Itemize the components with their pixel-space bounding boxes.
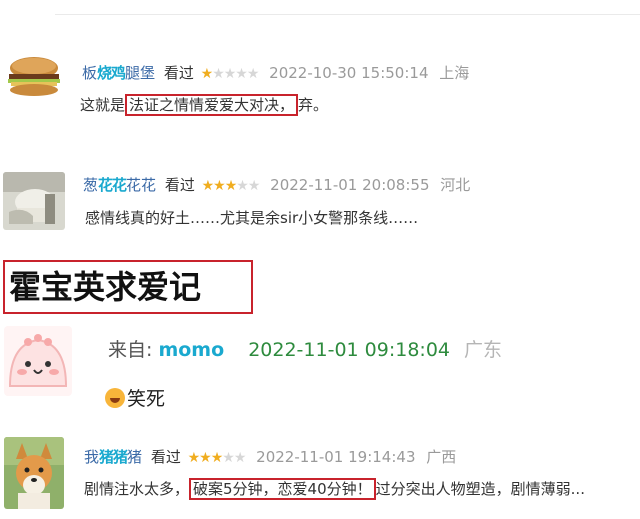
comment-time: 2022-10-30 15:50:14 xyxy=(269,64,429,82)
watched-label: 看过 xyxy=(150,448,181,466)
comment-location: 广东 xyxy=(464,339,503,361)
username-link[interactable]: 我猪猪猪 xyxy=(84,448,142,466)
avatar[interactable] xyxy=(3,172,65,230)
comment-location: 广西 xyxy=(426,448,457,466)
comment-time: 2022-11-01 19:14:43 xyxy=(256,448,416,466)
rating-stars: ★★★★★ xyxy=(187,450,247,466)
comment-meta: 我猪猪猪 看过 ★★★★★ 2022-11-01 19:14:43 广西 xyxy=(84,447,456,468)
highlight-box: 法证之情情爱爱大对决， xyxy=(125,94,299,116)
comment-location: 河北 xyxy=(440,176,471,194)
section-heading: 霍宝英求爱记 xyxy=(9,268,202,306)
username-link[interactable]: 板烧鸡腿堡 xyxy=(82,64,155,82)
hugging-face-emoji-icon xyxy=(105,388,125,408)
avatar[interactable] xyxy=(3,54,65,100)
rating-stars: ★★★★★ xyxy=(200,66,260,82)
comment-text: 感情线真的好土……尤其是余sir小女警那条线…… xyxy=(85,209,419,227)
comment-meta: 葱花花花花 看过 ★★★★★ 2022-11-01 20:08:55 河北 xyxy=(83,175,470,196)
username-link[interactable]: 葱花花花花 xyxy=(83,176,156,194)
watched-label: 看过 xyxy=(164,176,195,194)
avatar[interactable] xyxy=(4,326,72,396)
comment-meta: 板烧鸡腿堡 看过 ★★★★★ 2022-10-30 15:50:14 上海 xyxy=(82,63,469,84)
section-heading-box: 霍宝英求爱记 xyxy=(3,260,253,314)
comment-time: 2022-11-01 20:08:55 xyxy=(270,176,430,194)
comment-time: 2022-11-01 09:18:04 xyxy=(248,339,450,361)
username-link[interactable]: momo xyxy=(158,339,224,361)
rating-stars: ★★★★★ xyxy=(201,178,261,194)
comment-text: 剧情注水太多， 破案5分钟，恋爱40分钟！ 过分突出人物塑造，剧情薄弱... xyxy=(84,478,585,500)
avatar[interactable] xyxy=(4,437,64,509)
highlight-box: 破案5分钟，恋爱40分钟！ xyxy=(189,478,376,500)
comment-text: 这就是 法证之情情爱爱大对决， 弃。 xyxy=(80,94,329,116)
comment-meta: 来自: momo 2022-11-01 09:18:04 广东 xyxy=(108,338,502,362)
top-divider xyxy=(55,14,640,15)
watched-label: 看过 xyxy=(163,64,194,82)
comment-text: 笑死 xyxy=(105,387,165,411)
from-label: 来自: xyxy=(108,339,153,361)
comment-location: 上海 xyxy=(439,64,470,82)
